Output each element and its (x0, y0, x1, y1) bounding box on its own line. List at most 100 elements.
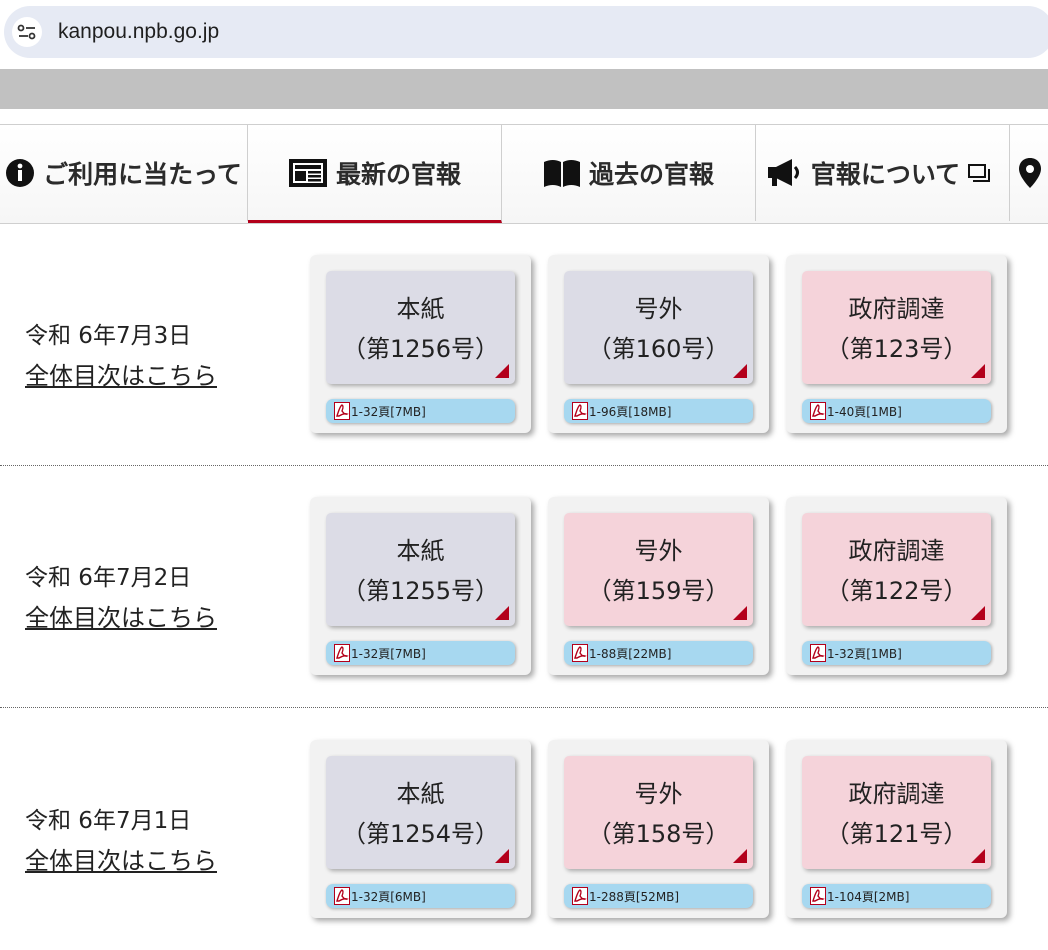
issue-number: （第123号） (825, 335, 968, 363)
issue-title: 政府調達 (848, 537, 945, 565)
pdf-icon (810, 887, 826, 905)
nav-label: 最新の官報 (335, 159, 461, 189)
nav-item-latest[interactable]: 最新の官報 (248, 125, 502, 223)
corner-triangle-icon (495, 606, 509, 620)
issue-number: （第1255号） (341, 577, 500, 605)
pdf-icon (810, 402, 826, 420)
nav-label: 官報について (810, 160, 961, 189)
issue-row: 令和 6年7月2日全体目次はこちら 本紙 （第1255号） 1-32頁[7MB] 号外 （… (0, 465, 1048, 708)
corner-triangle-icon (971, 849, 985, 863)
info-icon (5, 158, 35, 188)
book-icon (543, 158, 581, 188)
corner-triangle-icon (495, 849, 509, 863)
issue-date: 令和 6年7月3日 (25, 323, 192, 349)
issue-button[interactable]: 政府調達 （第123号） (802, 271, 991, 384)
header-banner (0, 69, 1048, 109)
issue-card: 本紙 （第1256号） 1-32頁[7MB] (310, 255, 531, 433)
pdf-download-link[interactable]: 1-96頁[18MB] (564, 399, 753, 423)
issue-title: 政府調達 (848, 295, 945, 323)
issue-title: 号外 (634, 780, 683, 808)
issue-card: 政府調達 （第123号） 1-40頁[1MB] (786, 255, 1007, 433)
pdf-size-label: 1-32頁[7MB] (351, 646, 426, 661)
nav-item-access[interactable] (1010, 125, 1048, 221)
newspaper-icon (288, 158, 328, 188)
main-nav: ご利用に当たって 最新の官報 過去の官報 官報について (0, 124, 1048, 224)
pdf-download-link[interactable]: 1-32頁[7MB] (326, 641, 515, 665)
pdf-size-label: 1-96頁[18MB] (589, 404, 672, 419)
pdf-size-label: 1-32頁[7MB] (351, 404, 426, 419)
pdf-download-link[interactable]: 1-32頁[1MB] (802, 641, 991, 665)
nav-item-about[interactable]: 官報について (756, 125, 1010, 221)
table-of-contents-link[interactable]: 全体目次はこちら (25, 356, 217, 391)
pdf-download-link[interactable]: 1-32頁[7MB] (326, 399, 515, 423)
issue-number: （第1256号） (341, 335, 500, 363)
nav-label: 過去の官報 (588, 160, 714, 189)
issue-card: 号外 （第158号） 1-288頁[52MB] (548, 740, 769, 918)
nav-item-usage[interactable]: ご利用に当たって (0, 125, 248, 221)
pdf-size-label: 1-288頁[52MB] (589, 889, 680, 904)
pdf-download-link[interactable]: 1-32頁[6MB] (326, 884, 515, 908)
issue-card: 号外 （第160号） 1-96頁[18MB] (548, 255, 769, 433)
pdf-icon (334, 644, 350, 662)
issue-title: 本紙 (396, 537, 445, 565)
issue-title: 号外 (634, 295, 683, 323)
issue-button[interactable]: 本紙 （第1256号） (326, 271, 515, 384)
issue-button[interactable]: 政府調達 （第122号） (802, 513, 991, 626)
issue-button[interactable]: 本紙 （第1255号） (326, 513, 515, 626)
issue-button[interactable]: 号外 （第158号） (564, 756, 753, 869)
issue-title: 本紙 (396, 295, 445, 323)
corner-triangle-icon (733, 606, 747, 620)
pdf-icon (334, 887, 350, 905)
issue-button[interactable]: 号外 （第160号） (564, 271, 753, 384)
pdf-size-label: 1-88頁[22MB] (589, 646, 672, 661)
issue-card: 政府調達 （第122号） 1-32頁[1MB] (786, 497, 1007, 675)
issue-number: （第159号） (587, 577, 730, 605)
issue-button[interactable]: 本紙 （第1254号） (326, 756, 515, 869)
pdf-size-label: 1-40頁[1MB] (827, 404, 902, 419)
issue-row: 令和 6年7月3日全体目次はこちら 本紙 （第1256号） 1-32頁[7MB] 号外 （… (0, 223, 1048, 466)
issue-number: （第121号） (825, 820, 968, 848)
table-of-contents-link[interactable]: 全体目次はこちら (25, 841, 217, 876)
pdf-icon (572, 887, 588, 905)
issue-card: 号外 （第159号） 1-88頁[22MB] (548, 497, 769, 675)
corner-triangle-icon (733, 364, 747, 378)
issue-row: 令和 6年7月1日 全体目次はこちら 本紙 （第1254号） 1-32頁[6MB] 号外 （… (0, 708, 1048, 950)
table-of-contents-link[interactable]: 全体目次はこちら (25, 598, 217, 633)
issue-card: 本紙 （第1255号） 1-32頁[7MB] (310, 497, 531, 675)
nav-item-past[interactable]: 過去の官報 (502, 125, 756, 221)
nav-label: ご利用に当たって (43, 160, 242, 189)
pdf-icon (572, 402, 588, 420)
pdf-icon (810, 644, 826, 662)
url-field[interactable]: kanpou.npb.go.jp (4, 6, 1048, 58)
megaphone-icon (767, 158, 803, 188)
pdf-size-label: 1-32頁[6MB] (351, 889, 426, 904)
issue-button[interactable]: 政府調達 （第121号） (802, 756, 991, 869)
corner-triangle-icon (733, 849, 747, 863)
site-settings-icon[interactable] (12, 17, 42, 47)
issue-number: （第160号） (587, 335, 730, 363)
issue-title: 本紙 (396, 780, 445, 808)
pdf-download-link[interactable]: 1-288頁[52MB] (564, 884, 753, 908)
pdf-download-link[interactable]: 1-88頁[22MB] (564, 641, 753, 665)
corner-triangle-icon (495, 364, 509, 378)
browser-address-bar: kanpou.npb.go.jp (0, 0, 1048, 64)
pdf-download-link[interactable]: 1-40頁[1MB] (802, 399, 991, 423)
issue-title: 号外 (634, 537, 683, 565)
corner-triangle-icon (971, 606, 985, 620)
pdf-icon (334, 402, 350, 420)
url-text: kanpou.npb.go.jp (58, 20, 220, 43)
issue-date: 令和 6年7月2日 (25, 565, 192, 591)
pdf-size-label: 1-104頁[2MB] (827, 889, 910, 904)
pdf-icon (572, 644, 588, 662)
map-pin-icon (1018, 157, 1042, 189)
issue-card: 政府調達 （第121号） 1-104頁[2MB] (786, 740, 1007, 918)
pdf-size-label: 1-32頁[1MB] (827, 646, 902, 661)
issue-number: （第1254号） (341, 820, 500, 848)
issue-button[interactable]: 号外 （第159号） (564, 513, 753, 626)
issue-title: 政府調達 (848, 780, 945, 808)
issue-number: （第122号） (825, 577, 968, 605)
pdf-download-link[interactable]: 1-104頁[2MB] (802, 884, 991, 908)
new-window-icon (968, 164, 991, 182)
corner-triangle-icon (971, 364, 985, 378)
issue-number: （第158号） (587, 820, 730, 848)
